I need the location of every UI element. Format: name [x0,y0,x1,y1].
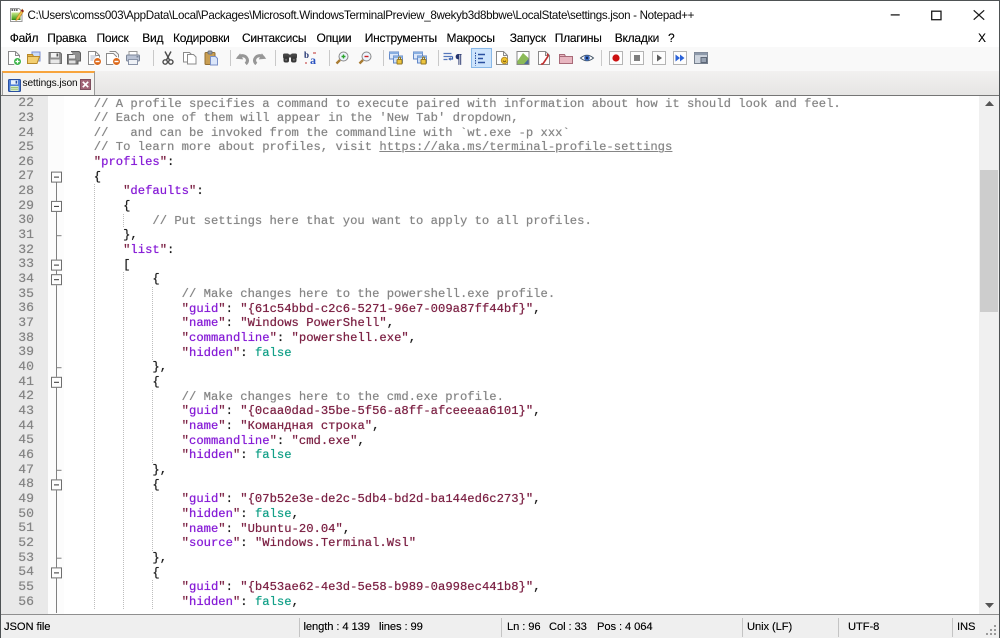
svg-text:a: a [310,53,316,66]
svg-text:¶: ¶ [455,51,462,66]
svg-text:b: b [304,50,309,60]
